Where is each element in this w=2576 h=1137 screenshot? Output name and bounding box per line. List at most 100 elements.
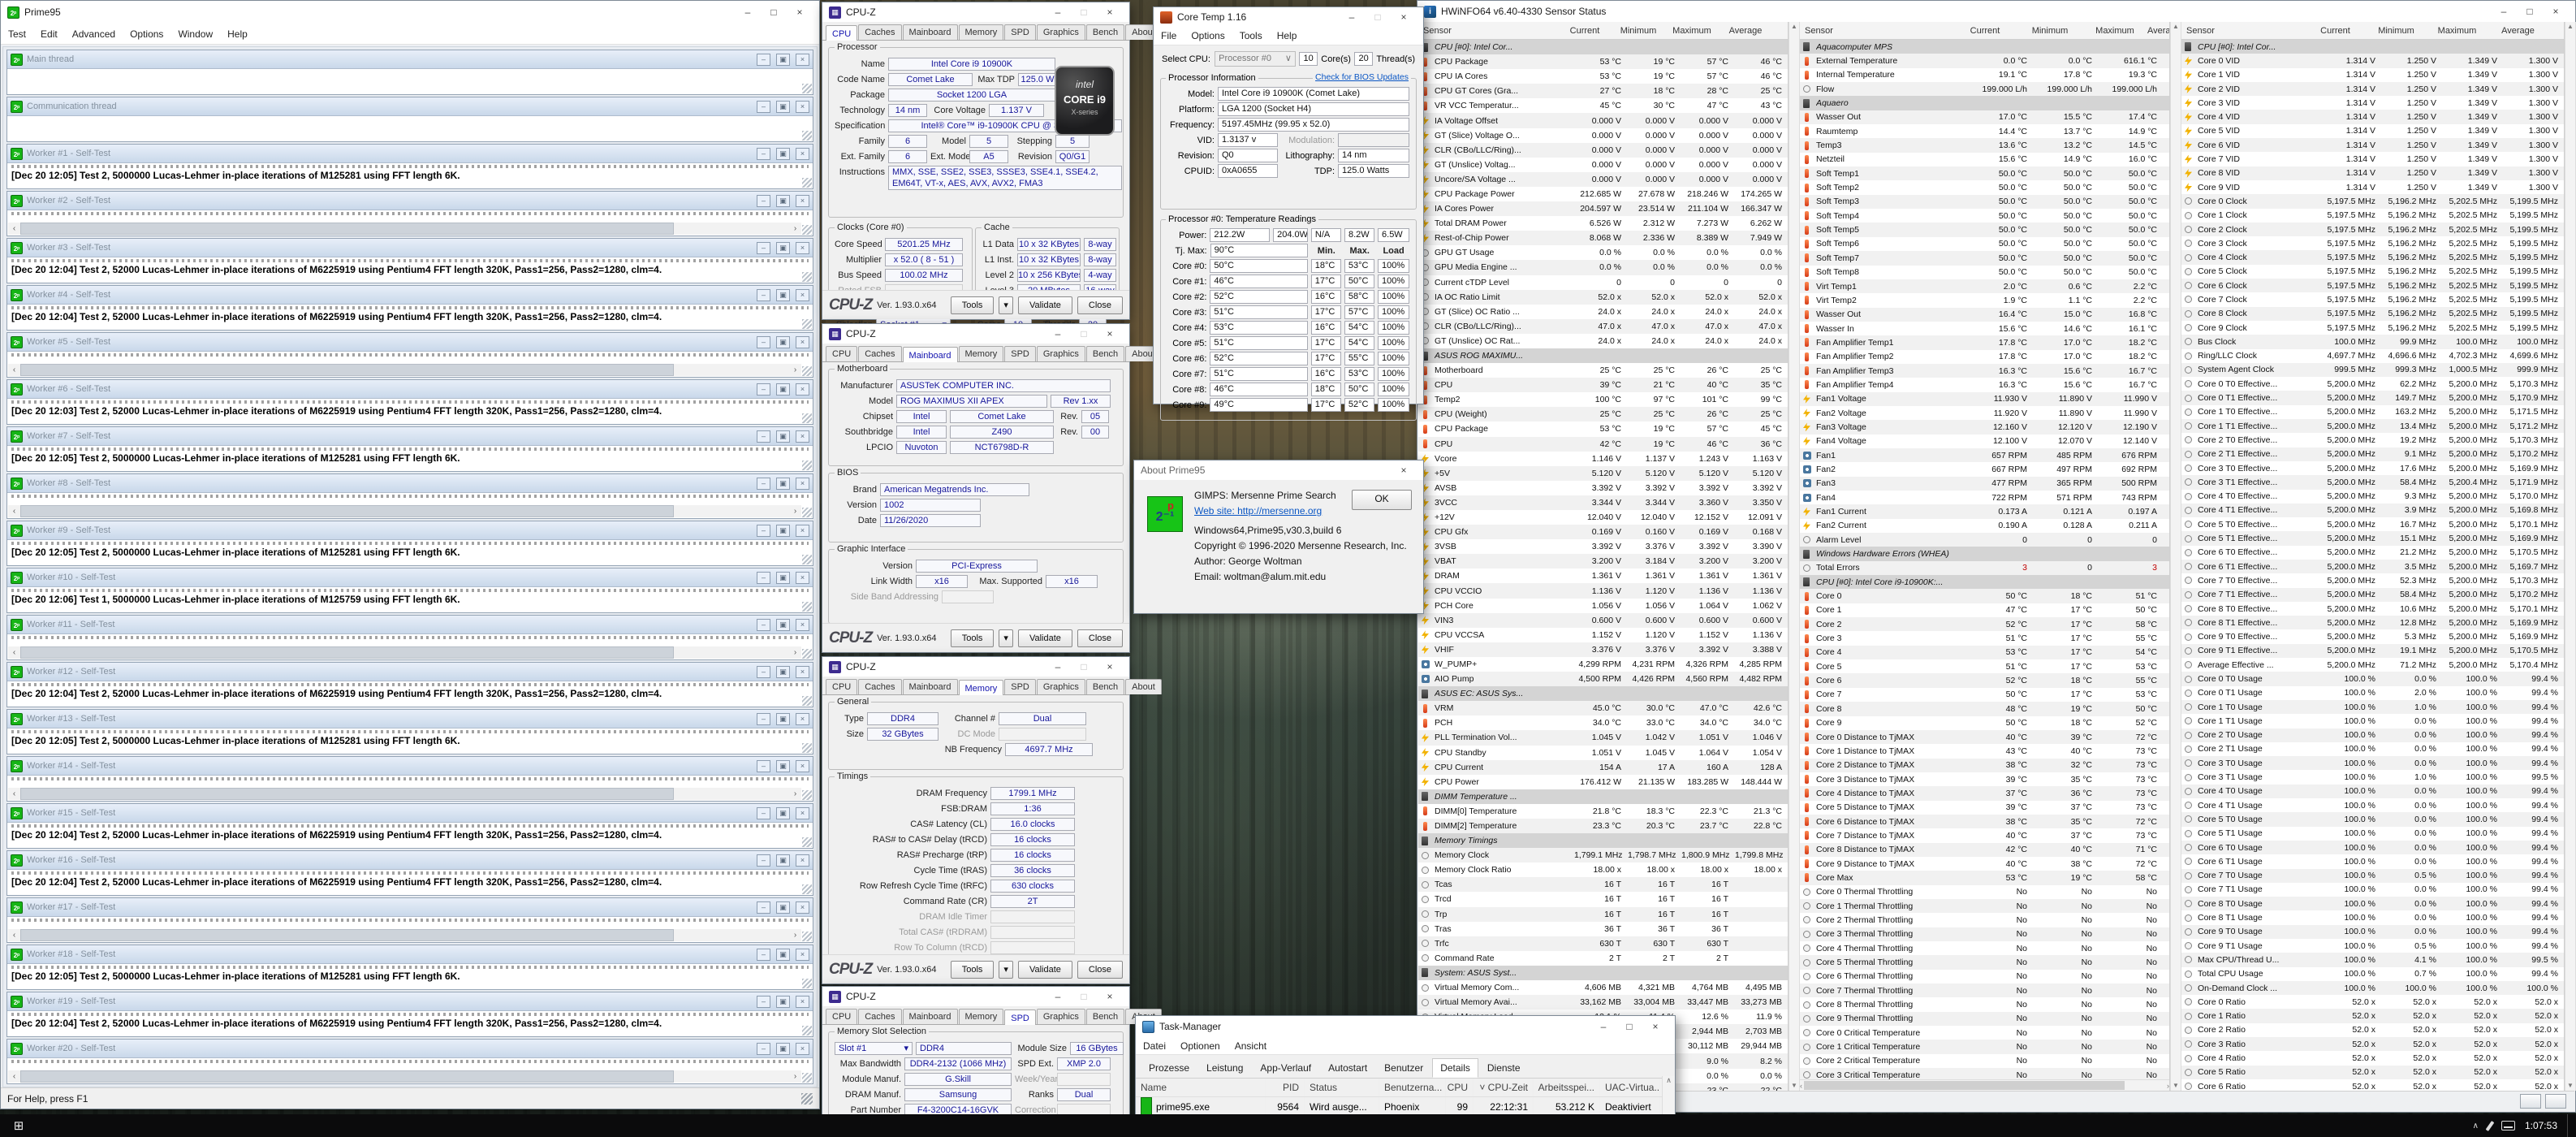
child-restore-button[interactable]: ▣ <box>776 901 790 914</box>
sensor-row[interactable]: Soft Temp750.0 °C50.0 °C50.0 °C <box>1800 251 2169 265</box>
sensor-row[interactable]: Core 0 T1 Effective...5,200.0 MHz149.7 M… <box>2181 391 2564 404</box>
sensor-row[interactable]: Memory Clock1,799.1 MHz1,798.7 MHz1,800.… <box>1418 848 1788 862</box>
child-restore-button[interactable]: ▣ <box>776 760 790 772</box>
horizontal-scrollbar[interactable]: ‹› <box>8 929 801 941</box>
sensor-row[interactable]: Max CPU/Thread U...100.0 %4.1 %100.0 %99… <box>2181 953 2564 966</box>
sensor-row[interactable]: Fan Amplifier Temp117.8 °C17.0 °C18.2 °C <box>1800 335 2169 349</box>
sensor-row[interactable]: Core 4 Clock5,197.5 MHz5,196.2 MHz5,202.… <box>2181 250 2564 264</box>
child-close-button[interactable]: × <box>796 383 809 396</box>
child-restore-button[interactable]: ▣ <box>776 949 790 961</box>
sensor-row[interactable]: Core 6 Ratio52.0 x52.0 x52.0 x52.0 x <box>2181 1079 2564 1091</box>
sensor-row[interactable]: DIMM[0] Temperature21.8 °C18.3 °C22.3 °C… <box>1418 804 1788 819</box>
column-header-current[interactable]: Current <box>2305 26 2366 36</box>
sensor-row[interactable]: Core 5 T1 Usage100.0 %0.0 %100.0 %99.4 % <box>2181 827 2564 841</box>
resize-grip[interactable] <box>802 508 812 517</box>
sensor-row[interactable]: CPU (Weight)25 °C25 °C26 °C25 °C <box>1418 407 1788 422</box>
child-minimize-button[interactable]: – <box>757 713 770 725</box>
sensor-row[interactable]: AVSB3.392 V3.392 V3.392 V3.392 V <box>1418 481 1788 495</box>
child-restore-button[interactable]: ▣ <box>776 713 790 725</box>
cpuz-tab-spd[interactable]: SPD <box>1004 24 1036 40</box>
horizontal-scrollbar[interactable]: ‹› <box>8 505 801 517</box>
validate-button[interactable]: Validate <box>1018 296 1072 314</box>
child-restore-button[interactable]: ▣ <box>776 289 790 301</box>
resize-grip[interactable] <box>802 837 812 847</box>
sensor-row[interactable]: Core 3 Ratio52.0 x52.0 x52.0 x52.0 x <box>2181 1037 2564 1051</box>
child-restore-button[interactable]: ▣ <box>776 242 790 254</box>
sensor-row[interactable]: Core 9 T1 Effective...5,200.0 MHz19.1 MH… <box>2181 644 2564 658</box>
sensor-row[interactable]: GT (Slice) OC Ratio ...24.0 x24.0 x24.0 … <box>1418 305 1788 319</box>
sensor-row[interactable]: Core 7 Thermal ThrottlingNoNoNo <box>1800 984 2169 997</box>
sensor-row[interactable]: Core 147 °C17 °C50 °C <box>1800 603 2169 617</box>
menu-item-help[interactable]: Help <box>220 25 255 43</box>
sensor-row[interactable]: Command Rate2 T2 T2 T <box>1418 951 1788 966</box>
sensor-row[interactable]: Core 4 T0 Usage100.0 %0.0 %100.0 %99.4 % <box>2181 785 2564 798</box>
validate-button[interactable]: Validate <box>1018 961 1072 979</box>
sensor-section-row[interactable]: CPU [#0]: Intel Cor... <box>1418 40 1788 54</box>
sensor-row[interactable]: Total DRAM Power6.526 W2.312 W7.273 W6.2… <box>1418 216 1788 231</box>
sensor-row[interactable]: System Agent Clock999.5 MHz999.3 MHz1,00… <box>2181 363 2564 377</box>
child-minimize-button[interactable]: – <box>757 949 770 961</box>
sensor-row[interactable]: GPU GT Usage0.0 %0.0 %0.0 %0.0 % <box>1418 245 1788 260</box>
scrollbar-thumb[interactable] <box>20 223 674 235</box>
sensor-row[interactable]: +12V12.040 V12.040 V12.152 V12.091 V <box>1418 510 1788 525</box>
cpuz-tab-graphics[interactable]: Graphics <box>1037 24 1085 40</box>
child-titlebar[interactable]: 2ᵖWorker #16 - Self-Test–▣× <box>7 851 813 870</box>
child-titlebar[interactable]: 2ᵖMain thread–▣× <box>7 50 813 69</box>
sensor-row[interactable]: Core 0 Thermal ThrottlingNoNoNo <box>1800 885 2169 899</box>
sensor-row[interactable]: Rest-of-Chip Power8.068 W2.336 W8.389 W7… <box>1418 231 1788 245</box>
sensor-row[interactable]: Total CPU Usage100.0 %0.7 %100.0 %99.4 % <box>2181 967 2564 981</box>
scrollbar-thumb[interactable] <box>20 364 674 376</box>
sensor-row[interactable]: Core 8 T1 Effective...5,200.0 MHz12.8 MH… <box>2181 616 2564 629</box>
close-button[interactable]: × <box>787 6 813 18</box>
column-header-sensor[interactable]: Sensor <box>1418 26 1558 36</box>
sensor-row[interactable]: Core 5 T0 Usage100.0 %0.0 %100.0 %99.4 % <box>2181 812 2564 826</box>
sensor-row[interactable]: Core 3 T0 Usage100.0 %0.0 %100.0 %99.4 % <box>2181 756 2564 770</box>
column-header-minimum[interactable]: Minimum <box>2366 26 2427 36</box>
sensor-row[interactable]: Core 8 Clock5,197.5 MHz5,196.2 MHz5,202.… <box>2181 307 2564 321</box>
cpuz-tab-caches[interactable]: Caches <box>858 346 901 361</box>
start-button[interactable]: ⊞ <box>0 1118 37 1133</box>
child-minimize-button[interactable]: – <box>757 854 770 867</box>
scrollbar-track[interactable] <box>1802 1080 2167 1091</box>
validate-button[interactable]: Validate <box>1018 629 1072 647</box>
child-restore-button[interactable]: ▣ <box>776 1043 790 1055</box>
scrollbar-thumb[interactable] <box>20 505 674 517</box>
cpuz-titlebar[interactable]: ▦ CPU-Z –□× <box>822 2 1129 22</box>
touch-keyboard-icon[interactable] <box>2501 1121 2515 1131</box>
sensor-row[interactable]: Core 9 Thermal ThrottlingNoNoNo <box>1800 1012 2169 1026</box>
child-minimize-button[interactable]: – <box>757 619 770 631</box>
column-header-minimum[interactable]: Minimum <box>2017 26 2082 36</box>
child-titlebar[interactable]: 2ᵖWorker #10 - Self-Test–▣× <box>7 568 813 587</box>
child-close-button[interactable]: × <box>796 807 809 819</box>
sensor-row[interactable]: Core 2 T0 Effective...5,200.0 MHz19.2 MH… <box>2181 433 2564 447</box>
sensor-row[interactable]: Fan Amplifier Temp217.8 °C17.0 °C18.2 °C <box>1800 350 2169 364</box>
column-header-average[interactable]: Average <box>2488 26 2548 36</box>
menu-item-advanced[interactable]: Advanced <box>65 25 123 43</box>
sensor-row[interactable]: Core 3 T1 Usage100.0 %1.0 %100.0 %99.5 % <box>2181 770 2564 784</box>
sensor-row[interactable]: Raumtemp14.4 °C13.7 °C14.9 °C <box>1800 124 2169 138</box>
column-header-maximum[interactable]: Maximum <box>1665 26 1719 36</box>
sensor-row[interactable]: Core 3 Clock5,197.5 MHz5,196.2 MHz5,202.… <box>2181 236 2564 250</box>
child-titlebar[interactable]: 2ᵖWorker #18 - Self-Test–▣× <box>7 945 813 964</box>
sensor-row[interactable]: Soft Temp150.0 °C50.0 °C50.0 °C <box>1800 166 2169 180</box>
sensor-row[interactable]: 3VSB3.392 V3.376 V3.392 V3.390 V <box>1418 539 1788 554</box>
child-restore-button[interactable]: ▣ <box>776 478 790 490</box>
maximize-button[interactable]: □ <box>1071 661 1097 672</box>
sensor-row[interactable]: Core 9 T0 Usage100.0 %0.0 %100.0 %99.4 % <box>2181 925 2564 939</box>
taskmgr-column-status[interactable]: Status <box>1305 1079 1379 1096</box>
sensor-row[interactable]: Core 6 Thermal ThrottlingNoNoNo <box>1800 970 2169 984</box>
sensor-section-row[interactable]: ASUS EC: ASUS Sys... <box>1418 686 1788 701</box>
taskmgr-column-uac-virtua[interactable]: UAC-Virtua... <box>1600 1079 1660 1096</box>
sensor-row[interactable]: Core 0 Distance to TjMAX40 °C39 °C72 °C <box>1800 730 2169 744</box>
scrollbar-track[interactable] <box>20 223 789 235</box>
cpuz-tab-caches[interactable]: Caches <box>858 24 901 40</box>
cpuz-tab-cpu[interactable]: CPU <box>826 346 857 361</box>
child-close-button[interactable]: × <box>796 101 809 113</box>
sensor-row[interactable]: Core 5 T0 Effective...5,200.0 MHz16.7 MH… <box>2181 517 2564 531</box>
sensor-row[interactable]: Core 4 Thermal ThrottlingNoNoNo <box>1800 941 2169 955</box>
scroll-right-arrow[interactable]: › <box>789 648 801 657</box>
resize-grip[interactable] <box>802 1073 812 1083</box>
child-close-button[interactable]: × <box>796 949 809 961</box>
child-log-area[interactable] <box>7 69 813 94</box>
sensor-row[interactable]: Core 0 Clock5,197.5 MHz5,196.2 MHz5,202.… <box>2181 194 2564 208</box>
